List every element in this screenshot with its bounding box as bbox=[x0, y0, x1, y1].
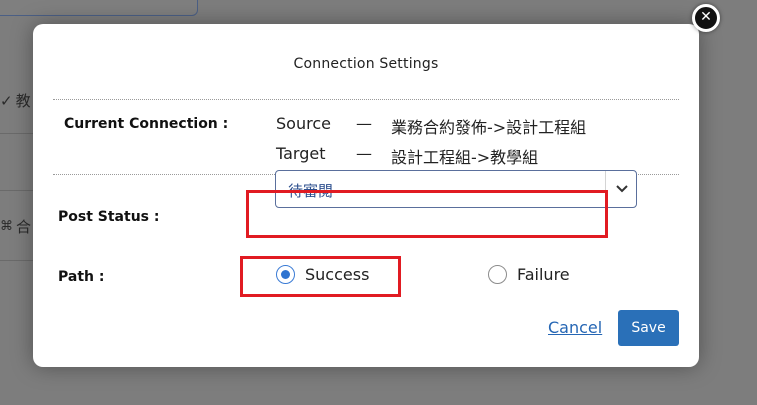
background-card bbox=[0, 0, 198, 16]
background-item-label: 教 bbox=[15, 92, 31, 110]
background-divider bbox=[0, 190, 33, 191]
radio-label: Failure bbox=[517, 265, 570, 284]
highlight-box bbox=[240, 256, 401, 297]
highlight-box bbox=[246, 190, 608, 238]
post-status-label: Post Status : bbox=[58, 209, 160, 225]
current-connection-label: Current Connection : bbox=[64, 116, 229, 132]
chevron-down-icon[interactable] bbox=[605, 171, 637, 207]
background-divider bbox=[0, 133, 33, 134]
close-icon[interactable]: ✕ bbox=[692, 4, 720, 32]
divider bbox=[53, 99, 679, 100]
background-item: ⌘ 合 bbox=[0, 216, 31, 237]
cancel-link[interactable]: Cancel bbox=[548, 318, 602, 337]
source-value: 業務合約發佈->設計工程組 bbox=[391, 118, 587, 137]
target-key: Target bbox=[276, 144, 326, 163]
node-icon: ⌘ bbox=[0, 219, 13, 234]
path-radio-failure[interactable]: Failure bbox=[488, 265, 570, 284]
background-divider bbox=[0, 260, 33, 261]
dialog-title: Connection Settings bbox=[293, 56, 439, 72]
background-item: ✓ 教 bbox=[0, 90, 31, 111]
background-item-label: 合 bbox=[16, 218, 32, 236]
save-button[interactable]: Save bbox=[618, 310, 679, 346]
source-key: Source bbox=[276, 114, 331, 133]
path-label: Path : bbox=[58, 269, 105, 285]
check-icon: ✓ bbox=[0, 91, 13, 110]
radio-unchecked-icon[interactable] bbox=[488, 265, 507, 284]
target-dash: — bbox=[356, 144, 372, 163]
source-dash: — bbox=[356, 114, 372, 133]
target-value: 設計工程組->教學組 bbox=[391, 148, 539, 167]
